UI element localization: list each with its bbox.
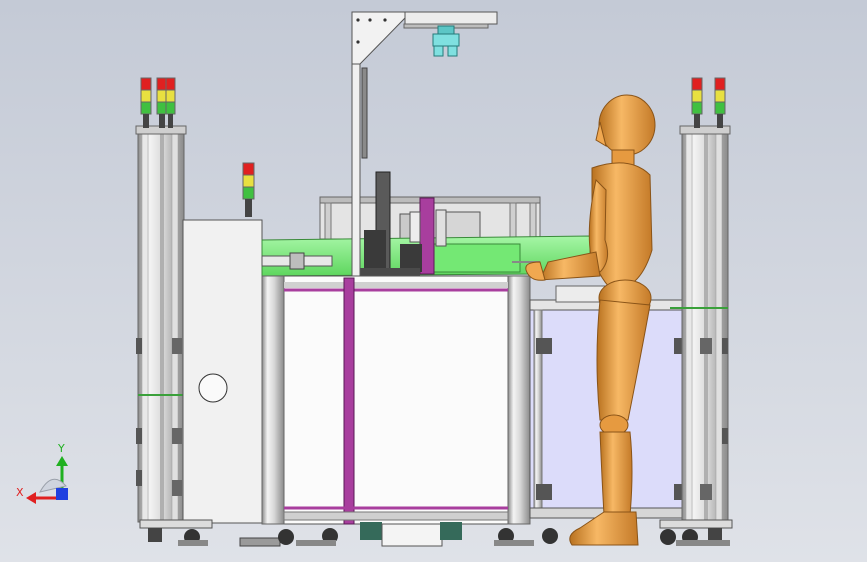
cad-viewport[interactable]: Y X: [0, 0, 867, 562]
left-tower: [135, 125, 187, 523]
main-frame: [261, 275, 531, 525]
electrical-cabinet: [182, 219, 263, 524]
x-axis-label: X: [16, 486, 24, 499]
y-axis-label: Y: [57, 442, 65, 455]
z-axis-marker: [56, 488, 68, 500]
cabinet-round-port: [198, 373, 228, 403]
